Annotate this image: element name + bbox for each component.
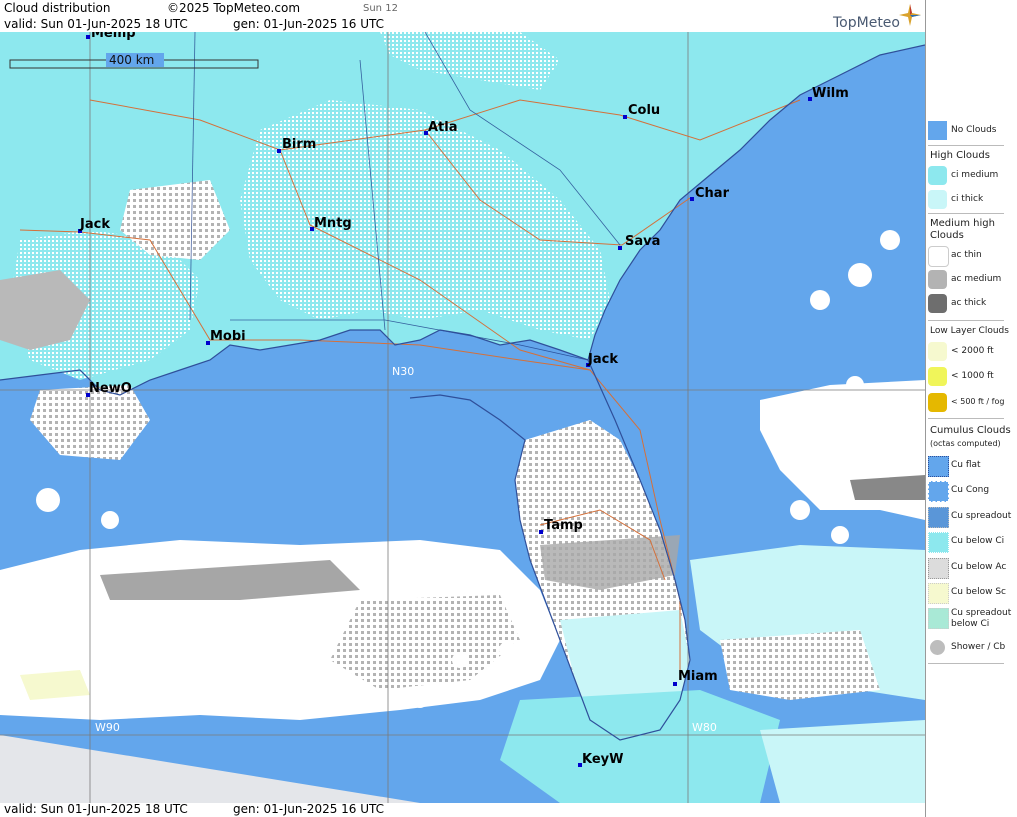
legend-medium-high-title-2: Clouds <box>930 230 964 241</box>
scale-label: 400 km <box>109 53 154 67</box>
city-label: KeyW <box>582 752 623 767</box>
footer-valid-time: valid: Sun 01-Jun-2025 18 UTC <box>4 802 188 816</box>
footer-generated-time: gen: 01-Jun-2025 16 UTC <box>233 802 385 816</box>
city-marker <box>277 149 281 153</box>
legend-swatch <box>928 121 947 140</box>
city-label: Memp <box>91 32 136 41</box>
city-label: Wilm <box>812 86 849 101</box>
legend-low-layer-title: Low Layer Clouds <box>930 326 1009 336</box>
grid-label-lat: N30 <box>392 365 414 378</box>
legend-high-clouds-title: High Clouds <box>930 150 990 161</box>
cloud-map[interactable]: N30 W90 W80 400 km Wilm Colu Atla Birm C… <box>0 32 925 803</box>
city-label: Sava <box>625 234 660 249</box>
logo-text: TopMeteo <box>833 15 900 31</box>
day-tag: Sun 12 <box>363 3 398 14</box>
city-label: Miam <box>678 669 718 684</box>
header-bar: Cloud distribution ©2025 TopMeteo.com Su… <box>0 0 925 32</box>
legend-cumulus-title: Cumulus Clouds <box>930 425 1011 436</box>
city-marker <box>623 115 627 119</box>
valid-time: valid: Sun 01-Jun-2025 18 UTC <box>4 17 188 31</box>
map-title: Cloud distribution <box>4 1 111 15</box>
city-label: NewO <box>89 381 132 396</box>
city-label: Atla <box>428 120 458 135</box>
gulf-low-cloud <box>20 670 90 700</box>
city-label: Colu <box>628 103 660 118</box>
city-marker <box>673 682 677 686</box>
city-label: Jack <box>79 217 110 232</box>
city-label: Tamp <box>544 518 583 533</box>
topmeteo-logo: TopMeteo <box>833 4 923 31</box>
atlantic-stipple <box>720 630 880 700</box>
city-marker <box>618 246 622 250</box>
legend-cumulus-sub: (octas computed) <box>930 439 1001 448</box>
legend-medium-high-title-1: Medium high <box>930 218 995 229</box>
city-label: Birm <box>282 137 316 152</box>
footer-bar: valid: Sun 01-Jun-2025 18 UTC gen: 01-Ju… <box>0 802 925 817</box>
city-label: Char <box>695 186 730 201</box>
cuba-cirrus <box>760 720 925 803</box>
city-label: Mobi <box>210 329 246 344</box>
city-marker <box>86 35 90 39</box>
grid-label-lon-90: W90 <box>95 721 120 734</box>
city-label: Jack <box>587 352 618 367</box>
grid-label-lon-80: W80 <box>692 721 717 734</box>
copyright-text: ©2025 TopMeteo.com <box>167 1 301 15</box>
keys-cirrus <box>500 690 780 803</box>
legend-cu-spreadout-ci: Cu spreadout below Ci <box>928 608 1011 632</box>
generated-time: gen: 01-Jun-2025 16 UTC <box>233 17 385 31</box>
city-label: Mntg <box>314 216 352 231</box>
compass-star-icon <box>899 4 921 26</box>
legend-panel: No Clouds High Clouds ci medium ci thick… <box>925 0 1017 817</box>
city-marker <box>690 197 694 201</box>
city-marker <box>539 530 543 534</box>
